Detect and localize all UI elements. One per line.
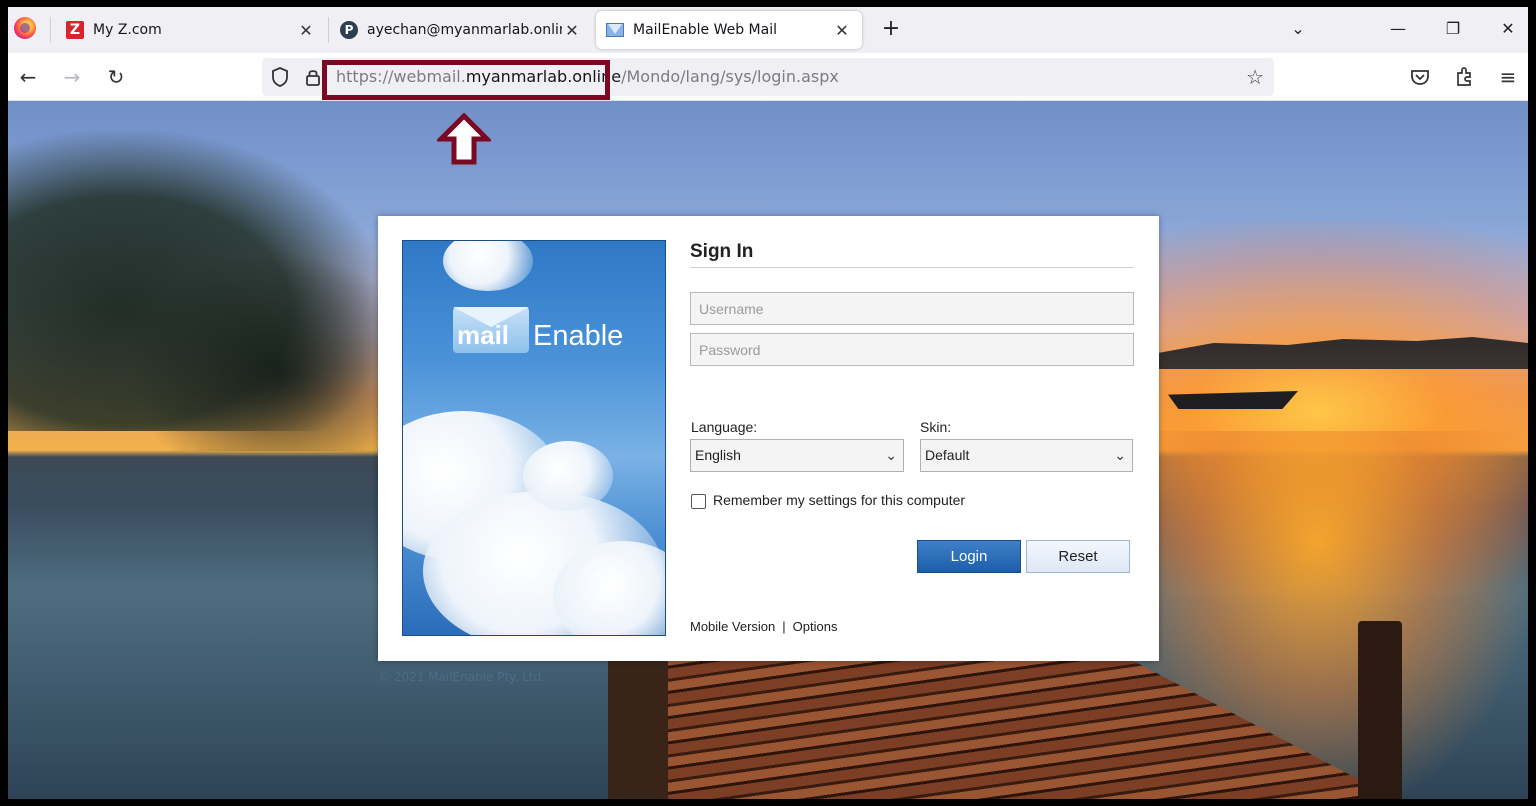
forward-icon[interactable]: → <box>58 63 86 91</box>
firefox-icon[interactable] <box>14 17 36 39</box>
webmail-login-page: © 2021 MailEnable Pty. Ltd. mail Enable … <box>8 101 1528 799</box>
tab-strip: Z My Z.com ✕ P ayechan@myanmarlab.online… <box>8 7 1528 53</box>
link-separator: | <box>782 619 786 634</box>
close-icon[interactable]: ✕ <box>296 21 316 40</box>
copyright-text: © 2021 MailEnable Pty. Ltd. <box>378 670 546 684</box>
language-label: Language: <box>691 419 758 435</box>
mailenable-logo: mail Enable <box>453 307 623 353</box>
cloud-image <box>443 241 533 291</box>
reset-button[interactable]: Reset <box>1026 540 1130 573</box>
skin-value: Default <box>925 447 970 463</box>
window-close-icon[interactable]: ✕ <box>1488 13 1528 45</box>
profile-p-favicon: P <box>340 21 358 39</box>
skin-select[interactable]: Default ⌄ <box>920 439 1133 472</box>
chevron-down-icon: ⌄ <box>885 447 897 463</box>
navigation-toolbar: ← → ↻ https://webmail.myanmarlab.online/… <box>8 53 1528 101</box>
zcom-favicon: Z <box>66 21 84 39</box>
password-input[interactable] <box>690 333 1134 366</box>
minimize-icon[interactable]: — <box>1378 13 1418 45</box>
remember-label[interactable]: Remember my settings for this computer <box>713 492 965 508</box>
close-icon[interactable]: ✕ <box>832 21 852 40</box>
language-value: English <box>695 447 741 463</box>
bookmark-star-icon[interactable]: ☆ <box>1246 65 1264 89</box>
remember-checkbox[interactable] <box>691 494 706 509</box>
login-card: mail Enable Sign In Language: English ⌄ … <box>378 216 1159 661</box>
login-button[interactable]: Login <box>917 540 1021 573</box>
reload-icon[interactable]: ↻ <box>102 63 130 91</box>
menu-icon[interactable]: ≡ <box>1494 63 1522 91</box>
sign-in-title: Sign In <box>690 241 754 262</box>
footer-links: Mobile Version | Options <box>690 619 837 634</box>
restore-icon[interactable]: ❐ <box>1433 13 1473 45</box>
tab-label: MailEnable Web Mail <box>633 22 777 38</box>
mail-envelope-favicon <box>606 23 624 37</box>
tab-label: My Z.com <box>93 22 162 38</box>
tab-mailenable[interactable]: MailEnable Web Mail ✕ <box>596 11 862 49</box>
back-icon[interactable]: ← <box>14 63 42 91</box>
new-tab-button[interactable]: + <box>876 15 906 45</box>
dock-post <box>608 651 668 799</box>
cloud-image <box>523 441 613 511</box>
mail-envelope-icon: mail <box>453 307 529 353</box>
url-path: /Mondo/lang/sys/login.aspx <box>621 67 839 86</box>
title-divider <box>690 267 1134 268</box>
logo-mail-text: mail <box>457 320 510 350</box>
tab-myzcom[interactable]: Z My Z.com ✕ <box>56 11 326 49</box>
list-tabs-icon[interactable]: ⌄ <box>1278 13 1318 45</box>
options-link[interactable]: Options <box>793 619 838 634</box>
chevron-down-icon: ⌄ <box>1114 447 1126 463</box>
tab-ayechan[interactable]: P ayechan@myanmarlab.online - ✕ <box>330 11 592 49</box>
tab-separator <box>328 17 329 43</box>
lock-icon[interactable] <box>304 67 322 87</box>
extensions-icon[interactable] <box>1450 63 1478 91</box>
tab-label: ayechan@myanmarlab.online - <box>367 22 562 38</box>
tab-separator <box>50 17 51 43</box>
mobile-version-link[interactable]: Mobile Version <box>690 619 775 634</box>
logo-enable-text: Enable <box>533 320 624 352</box>
pocket-icon[interactable] <box>1406 63 1434 91</box>
browser-window: Z My Z.com ✕ P ayechan@myanmarlab.online… <box>8 7 1528 799</box>
language-select[interactable]: English ⌄ <box>690 439 904 472</box>
url-highlight-box <box>322 60 610 100</box>
brand-panel: mail Enable <box>402 240 666 636</box>
close-icon[interactable]: ✕ <box>562 21 582 40</box>
dock-post <box>1358 621 1402 799</box>
skin-label: Skin: <box>920 419 952 435</box>
arrow-up-icon <box>437 113 491 165</box>
shield-icon[interactable] <box>270 66 290 88</box>
username-input[interactable] <box>690 292 1134 325</box>
